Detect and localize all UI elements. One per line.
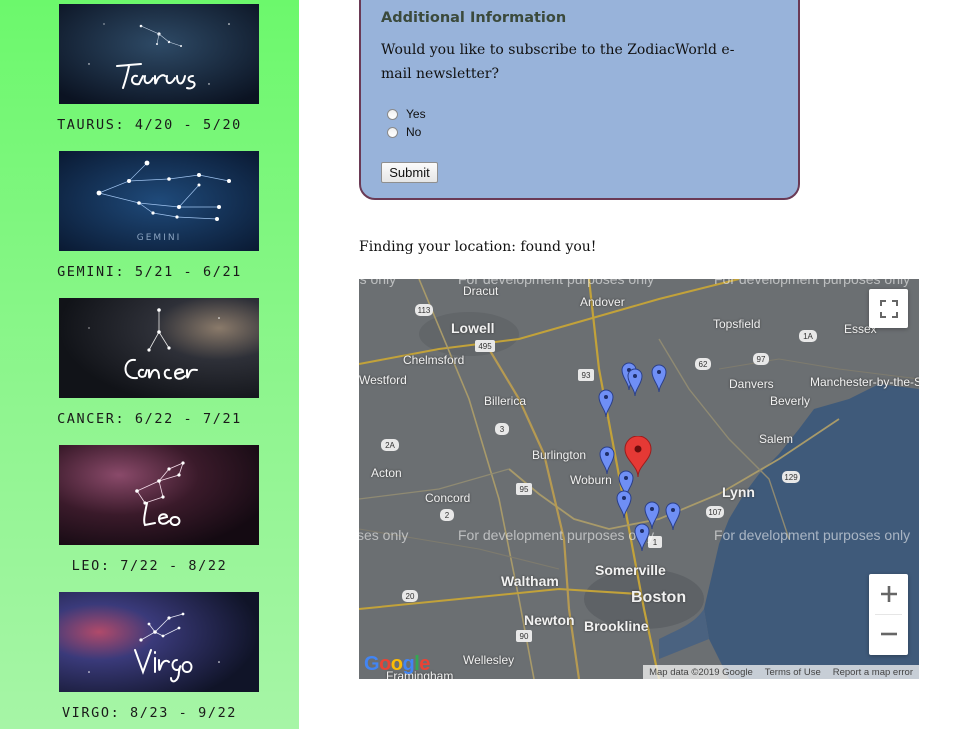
dev-watermark: ses only [359,527,409,543]
route-shield: 62 [699,360,708,369]
place-label: Concord [425,491,471,505]
route-shield: 107 [708,508,722,517]
place-label: Waltham [501,573,559,589]
dev-watermark: For development purposes only [714,527,911,543]
zoom-control [869,574,908,655]
yes-radio[interactable] [387,108,398,120]
route-shield: 95 [520,485,529,494]
place-label: Brookline [584,618,649,634]
place-label: Acton [371,466,402,480]
result-marker[interactable] [598,388,614,418]
result-marker[interactable] [599,445,615,475]
minus-icon [880,632,897,636]
dev-watermark: oses only [359,279,397,287]
place-label: Lowell [451,320,495,336]
result-marker[interactable] [627,367,643,397]
sidebar: TAURUS: 4/20 - 5/20 GEMINI GEMINI: 5/21 … [0,0,299,729]
place-label: Billerica [484,394,527,408]
google-map[interactable]: 113 495 93 62 97 1A 3 2A 95 129 2 107 1 … [359,279,919,679]
place-label: Manchester-by-the-S [810,375,919,389]
route-shield: 495 [478,342,492,351]
no-radio[interactable] [387,126,398,138]
route-shield: 113 [418,306,431,315]
sign-label: TAURUS: 4/20 - 5/20 [57,117,242,133]
result-marker[interactable] [665,501,681,531]
fullscreen-button[interactable] [869,289,908,328]
zoom-out-button[interactable] [869,614,908,654]
option-yes[interactable]: Yes [387,107,426,121]
map-data-text: Map data ©2019 Google [649,666,753,678]
submit-button[interactable]: Submit [381,162,438,183]
terms-link[interactable]: Terms of Use [765,667,821,678]
sign-label: GEMINI: 5/21 - 6/21 [57,264,242,280]
yes-label: Yes [406,107,426,121]
fullscreen-icon [879,299,898,318]
dev-watermark: For development purposes only [458,527,655,543]
place-label: Andover [580,295,625,309]
location-status: Finding your location: found you! [359,239,597,255]
zoom-divider [875,614,902,615]
place-label: Woburn [570,473,612,487]
sign-label: VIRGO: 8/23 - 9/22 [61,705,238,721]
place-label: Danvers [729,377,774,391]
gemini-image-text: GEMINI [137,233,181,243]
dev-watermark: For development purposes only [714,279,911,287]
place-label: Burlington [532,448,587,462]
route-shield: 90 [520,632,529,641]
result-marker[interactable] [616,489,632,519]
report-error-link[interactable]: Report a map error [833,667,913,678]
plus-icon [880,586,897,602]
place-label: Topsfield [713,317,761,331]
place-label: Wellesley [463,653,515,667]
place-label: Salem [759,432,794,446]
taurus-image[interactable] [59,4,259,104]
route-shield: 2A [385,441,395,450]
leo-image[interactable] [59,445,259,545]
result-marker[interactable] [634,522,650,552]
gemini-image[interactable]: GEMINI [59,151,259,251]
place-label: Boston [631,589,687,606]
route-shield: 3 [500,425,505,434]
route-shield: 20 [406,592,415,601]
place-label: Somerville [595,562,666,578]
virgo-image[interactable] [59,592,259,692]
user-location-marker[interactable] [624,436,652,478]
google-logo[interactable]: Google [364,653,430,676]
route-shield: 129 [784,473,798,482]
map-attribution: Map data ©2019 Google Terms of Use Repor… [643,665,919,679]
route-shield: 2 [445,511,450,520]
place-label: Lynn [722,484,755,500]
place-label: Dracut [463,284,499,298]
additional-info-form: Additional Information Would you like to… [359,0,800,200]
place-label: Beverly [770,394,811,408]
zoom-in-button[interactable] [869,574,908,614]
sign-label: CANCER: 6/22 - 7/21 [57,411,242,427]
sign-label: LEO: 7/22 - 8/22 [71,558,228,574]
option-no[interactable]: No [387,125,421,139]
no-label: No [406,125,422,139]
newsletter-question: Would you like to subscribe to the Zodia… [381,42,735,82]
route-shield: 93 [582,371,591,380]
result-marker[interactable] [651,363,667,393]
route-shield: 97 [757,355,766,364]
form-heading: Additional Information [381,10,567,26]
place-label: Chelmsford [403,353,465,367]
cancer-image[interactable] [59,298,259,398]
place-label: Newton [524,612,575,628]
route-shield: 1A [803,332,813,341]
place-label: Westford [359,373,407,387]
